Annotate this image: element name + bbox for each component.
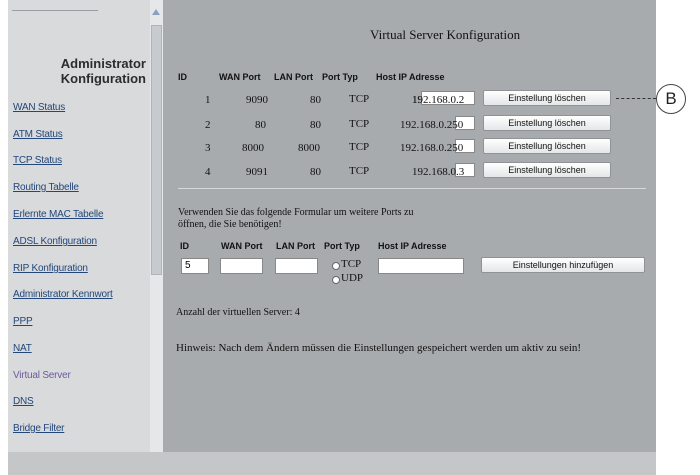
sidebar-top-divider — [12, 0, 98, 11]
callout-line — [616, 98, 656, 99]
form-header-host-ip: Host IP Adresse — [378, 241, 447, 251]
callout-marker: B — [656, 84, 686, 114]
form-intro-line1: Verwenden Sie das folgende Formular um w… — [178, 207, 414, 218]
table-header-host-ip: Host IP Adresse — [376, 72, 445, 82]
scrollbar-thumb[interactable] — [151, 25, 162, 275]
footer-band — [8, 452, 656, 475]
row1-host-ip-text: 192.168.0.2 — [412, 94, 465, 106]
row3-lan-port: 8000 — [298, 142, 320, 154]
form-header-id: ID — [180, 241, 189, 251]
row4-port-typ: TCP — [349, 165, 370, 177]
scroll-up-icon[interactable] — [152, 9, 160, 15]
row2-id: 2 — [205, 119, 211, 131]
row4-lan-port: 80 — [310, 166, 321, 178]
radio-udp-label: UDP — [341, 272, 364, 284]
page-title: Virtual Server Konfiguration — [370, 27, 521, 42]
sidebar-item-routing-tabelle[interactable]: Routing Tabelle — [13, 182, 79, 193]
row3-port-typ: TCP — [349, 141, 370, 153]
row1-wan-port: 9090 — [246, 94, 268, 106]
row3-delete-button[interactable]: Einstellung löschen — [483, 138, 611, 154]
row4-delete-button[interactable]: Einstellung löschen — [483, 162, 611, 178]
radio-udp[interactable] — [332, 276, 340, 284]
sidebar-item-atm-status[interactable]: ATM Status — [13, 129, 63, 140]
sidebar-item-dns[interactable]: DNS — [13, 396, 34, 407]
sidebar-item-administrator-kennwort[interactable]: Administrator Kennwort — [13, 289, 113, 300]
add-settings-button[interactable]: Einstellungen hinzufügen — [481, 257, 645, 273]
sidebar-item-virtual-server[interactable]: Virtual Server — [13, 370, 71, 381]
sidebar-item-mac-tabelle[interactable]: Erlernte MAC Tabelle — [13, 209, 104, 220]
row3-wan-port: 8000 — [242, 142, 264, 154]
row3-host-ip: 192.168.0.250 — [400, 142, 464, 154]
table-header-id: ID — [178, 72, 187, 82]
sidebar-item-wan-status[interactable]: WAN Status — [13, 102, 65, 113]
sidebar-item-adsl-konfiguration[interactable]: ADSL Konfiguration — [13, 236, 97, 247]
form-intro-line2: öffnen, die Sie benötigen! — [178, 219, 282, 230]
sidebar-title-line2: Konfiguration — [60, 71, 146, 86]
new-wan-port-input[interactable] — [220, 258, 263, 274]
row1-delete-button[interactable]: Einstellung löschen — [483, 90, 611, 106]
row2-wan-port: 80 — [255, 119, 266, 131]
sidebar-scrollbar[interactable] — [150, 0, 163, 452]
new-host-ip-input[interactable] — [378, 258, 464, 274]
hint-text: Hinweis: Nach dem Ändern müssen die Eins… — [176, 342, 582, 354]
new-lan-port-input[interactable] — [275, 258, 318, 274]
form-header-lan-port: LAN Port — [276, 241, 315, 251]
sidebar-title-line1: Administrator — [60, 56, 146, 71]
server-count: Anzahl der virtuellen Server: 4 — [176, 307, 300, 318]
form-header-port-typ: Port Typ — [324, 241, 360, 251]
radio-tcp-label: TCP — [341, 258, 362, 270]
row1-lan-port: 80 — [310, 94, 321, 106]
radio-tcp[interactable] — [332, 262, 340, 270]
table-header-wan-port: WAN Port — [219, 72, 261, 82]
sidebar-item-nat[interactable]: NAT — [13, 343, 32, 354]
sidebar-item-rip-konfiguration[interactable]: RIP Konfiguration — [13, 263, 88, 274]
row1-port-typ: TCP — [349, 93, 370, 105]
row2-port-typ: TCP — [349, 118, 370, 130]
row2-delete-button[interactable]: Einstellung löschen — [483, 115, 611, 131]
row1-id: 1 — [205, 94, 211, 106]
row2-host-ip: 192.168.0.250 — [400, 119, 464, 131]
row4-id: 4 — [205, 166, 211, 178]
row2-lan-port: 80 — [310, 119, 321, 131]
table-header-port-typ: Port Typ — [322, 72, 358, 82]
table-header-lan-port: LAN Port — [274, 72, 313, 82]
sidebar-item-tcp-status[interactable]: TCP Status — [13, 155, 62, 166]
form-header-wan-port: WAN Port — [221, 241, 263, 251]
sidebar-item-bridge-filter[interactable]: Bridge Filter — [13, 423, 65, 434]
sidebar-item-ppp[interactable]: PPP — [13, 316, 33, 327]
row3-id: 3 — [205, 142, 211, 154]
section-divider — [178, 188, 646, 189]
new-id-input[interactable]: 5 — [181, 258, 209, 274]
row4-wan-port: 9091 — [246, 166, 268, 178]
sidebar-title: Administrator Konfiguration — [8, 56, 146, 86]
row4-host-ip: 192.168.0.3 — [412, 166, 465, 178]
